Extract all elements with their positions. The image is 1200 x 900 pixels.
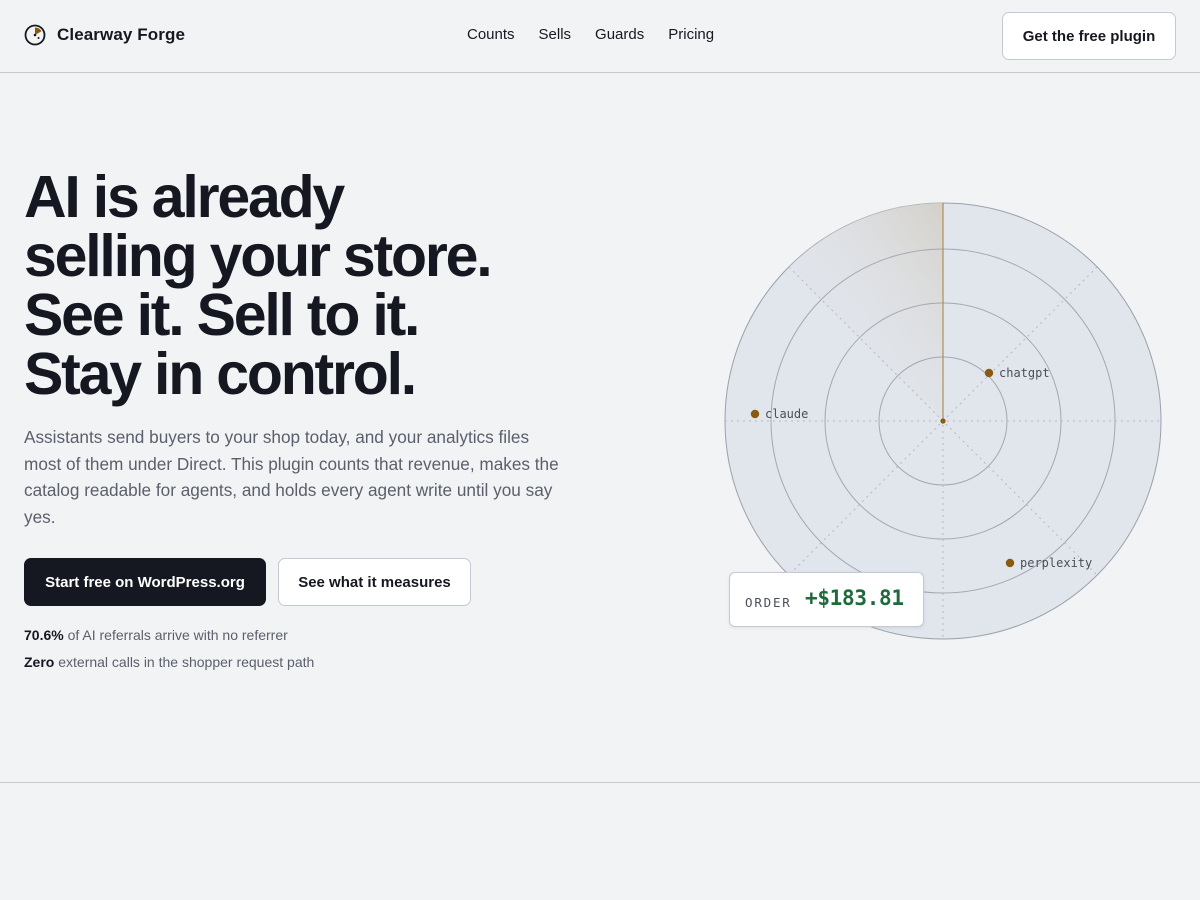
radar-sweep-icon [24,24,46,46]
start-free-button[interactable]: Start free on WordPress.org [24,558,266,606]
section-divider [0,782,1200,783]
order-value: +$183.81 [805,586,904,610]
hero-title-line: See it. Sell to it. [24,282,420,348]
hero-title: AI is already selling your store. See it… [24,168,584,404]
main-nav: Counts Sells Guards Pricing [467,24,714,46]
stat-text: external calls in the shopper request pa… [54,654,315,670]
hero-title-line: Stay in control. [24,341,417,407]
stat-ai-referrals: 70.6% of AI referrals arrive with no ref… [24,627,288,643]
blip-label: chatgpt [999,366,1050,380]
order-label: ORDER [745,595,792,610]
nav-item-pricing[interactable]: Pricing [668,24,714,46]
brand[interactable]: Clearway Forge [24,23,185,47]
blip-label: claude [765,407,808,421]
stat-external-calls: Zero external calls in the shopper reque… [24,654,314,670]
hero-title-line: selling your store. [24,223,493,289]
hero-description: Assistants send buyers to your shop toda… [24,427,559,527]
site-header: Clearway Forge Counts Sells Guards Prici… [0,0,1200,73]
order-card: ORDER +$183.81 [729,572,924,627]
hero-title-line: AI is already [24,164,345,230]
get-free-plugin-button[interactable]: Get the free plugin [1002,12,1176,60]
blip-label: perplexity [1020,556,1092,570]
nav-item-sells[interactable]: Sells [539,24,572,46]
see-what-it-measures-button[interactable]: See what it measures [278,558,471,606]
stat-text: of AI referrals arrive with no referrer [63,627,288,643]
nav-item-counts[interactable]: Counts [467,24,515,46]
nav-item-guards[interactable]: Guards [595,24,644,46]
radar-center [940,418,946,424]
stat-value: Zero [24,654,55,670]
stat-value: 70.6% [24,627,64,643]
brand-name: Clearway Forge [57,25,186,44]
